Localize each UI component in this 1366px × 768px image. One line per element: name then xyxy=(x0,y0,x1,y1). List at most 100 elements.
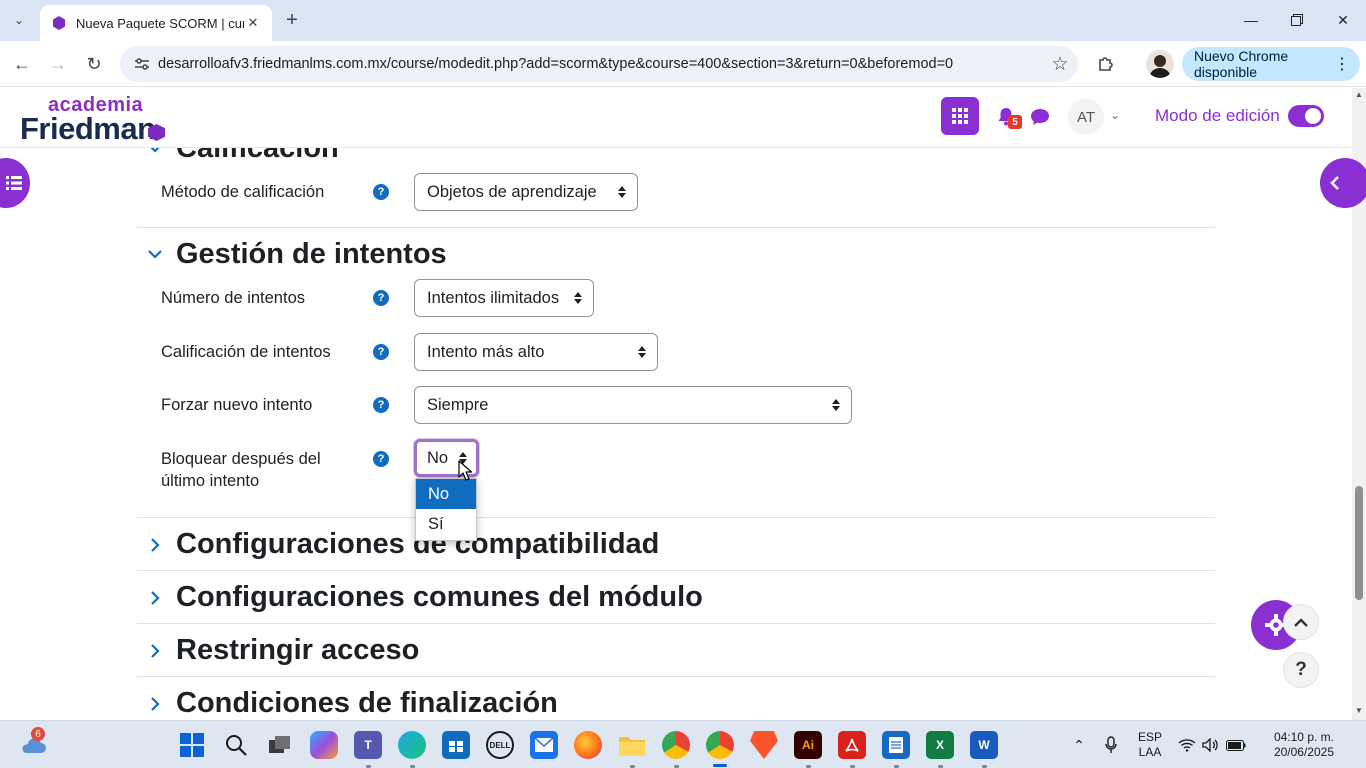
block-drawer-button[interactable] xyxy=(1320,158,1366,208)
excel-icon[interactable]: X xyxy=(926,731,954,759)
section-title: Configuraciones comunes del módulo xyxy=(176,581,703,613)
chevron-up-icon xyxy=(1294,617,1308,627)
user-avatar[interactable]: AT xyxy=(1068,99,1104,135)
update-chrome-button[interactable]: Nuevo Chrome disponible ⋮ xyxy=(1182,47,1360,81)
select-caret-icon xyxy=(574,292,582,304)
mail-icon[interactable] xyxy=(530,731,558,759)
label-bloquear-line2: último intento xyxy=(161,472,260,490)
section-title: Restringir acceso xyxy=(176,634,420,666)
forward-arrow-icon[interactable]: → xyxy=(44,50,72,78)
section-header-compatibilidad[interactable]: Configuraciones de compatibilidad xyxy=(137,528,659,561)
scroll-down-arrow-icon[interactable]: ▼ xyxy=(1352,706,1366,718)
store-icon[interactable] xyxy=(442,731,470,759)
reload-icon[interactable]: ↻ xyxy=(80,50,108,78)
acrobat-icon[interactable] xyxy=(838,731,866,759)
section-title: Gestión de intentos xyxy=(176,238,447,270)
volume-icon[interactable] xyxy=(1200,721,1222,768)
help-icon[interactable]: ? xyxy=(373,184,389,200)
dell-icon[interactable]: DELL xyxy=(486,731,514,759)
select-metodo-calificacion[interactable]: Objetos de aprendizaje xyxy=(414,173,638,211)
site-info-icon[interactable] xyxy=(130,52,154,76)
chevron-left-icon xyxy=(1330,176,1339,190)
back-to-top-button[interactable] xyxy=(1283,604,1319,640)
browser-tab[interactable]: Nueva Paquete SCORM | curso2 ✕ xyxy=(40,5,272,41)
microphone-icon[interactable] xyxy=(1100,721,1122,768)
section-title: Condiciones de finalización xyxy=(176,687,558,719)
back-arrow-icon[interactable]: ← xyxy=(8,50,36,78)
help-icon[interactable]: ? xyxy=(373,344,389,360)
extensions-puzzle-icon[interactable] xyxy=(1092,50,1120,78)
address-bar[interactable]: desarrolloafv3.friedmanlms.com.mx/course… xyxy=(120,46,1078,82)
copilot-icon[interactable] xyxy=(310,731,338,759)
scroll-up-arrow-icon[interactable]: ▲ xyxy=(1352,90,1366,102)
teams-icon[interactable]: T xyxy=(354,731,382,759)
window-close-icon[interactable]: ✕ xyxy=(1320,0,1366,40)
minimize-icon[interactable]: — xyxy=(1228,0,1274,40)
section-header-condiciones-finalizacion[interactable]: Condiciones de finalización xyxy=(137,687,558,720)
browser-toolbar: ← → ↻ desarrolloafv3.friedmanlms.com.mx/… xyxy=(0,41,1366,87)
restore-icon[interactable] xyxy=(1274,0,1320,40)
page-help-button[interactable]: ? xyxy=(1283,652,1319,688)
section-header-gestion-intentos[interactable]: Gestión de intentos xyxy=(137,238,447,271)
weather-badge: 6 xyxy=(31,727,45,741)
bookmark-star-icon[interactable]: ☆ xyxy=(1042,49,1078,79)
user-menu-chevron-icon[interactable]: ⌄ xyxy=(1110,108,1120,122)
help-icon[interactable]: ? xyxy=(373,290,389,306)
help-icon[interactable]: ? xyxy=(373,451,389,467)
main-content: Calificación Método de calificación ? Ob… xyxy=(0,88,1352,720)
windows-taskbar: 6 T DELL Ai X W ⌃ ESP LAA 04:10 p. m. 20… xyxy=(0,720,1366,768)
select-calificacion-intentos[interactable]: Intento más alto xyxy=(414,333,658,371)
section-header-comunes-modulo[interactable]: Configuraciones comunes del módulo xyxy=(137,581,703,614)
system-clock[interactable]: 04:10 p. m. 20/06/2025 xyxy=(1254,730,1334,760)
messages-chat-icon[interactable] xyxy=(1030,108,1050,126)
word-icon[interactable]: W xyxy=(970,731,998,759)
firefox-icon[interactable] xyxy=(574,731,602,759)
chevron-down-icon xyxy=(137,240,173,270)
file-explorer-icon[interactable] xyxy=(618,731,646,759)
notepad-icon[interactable] xyxy=(882,731,910,759)
section-divider xyxy=(137,227,1215,228)
select-numero-intentos[interactable]: Intentos ilimitados xyxy=(414,279,594,317)
wifi-icon[interactable] xyxy=(1176,721,1198,768)
tab-close-icon[interactable]: ✕ xyxy=(244,14,262,32)
chevron-right-icon xyxy=(137,530,173,560)
chevron-right-icon xyxy=(137,636,173,666)
more-vert-icon[interactable]: ⋮ xyxy=(1334,54,1350,74)
label-forzar-nuevo-intento: Forzar nuevo intento xyxy=(161,396,313,414)
browser-tab-bar: ⌄ Nueva Paquete SCORM | curso2 ✕ + — ✕ xyxy=(0,0,1366,41)
site-logo[interactable]: academia Friedman xyxy=(20,94,170,146)
search-icon[interactable] xyxy=(222,731,250,759)
chrome-icon[interactable] xyxy=(662,731,690,759)
select-forzar-nuevo-intento[interactable]: Siempre xyxy=(414,386,852,424)
brave-icon[interactable] xyxy=(750,731,778,759)
chrome-profile-icon[interactable] xyxy=(706,731,734,759)
section-header-restringir-acceso[interactable]: Restringir acceso xyxy=(137,634,419,667)
clock-time: 04:10 p. m. xyxy=(1273,730,1334,744)
keyboard-layout: LAA xyxy=(1138,745,1162,759)
battery-icon[interactable] xyxy=(1224,721,1248,768)
select-value: Intentos ilimitados xyxy=(427,288,560,307)
edit-mode-toggle[interactable] xyxy=(1288,105,1324,127)
illustrator-icon[interactable]: Ai xyxy=(794,731,822,759)
profile-avatar-icon[interactable] xyxy=(1146,50,1174,78)
label-metodo-calificacion: Método de calificación xyxy=(161,183,325,201)
input-language-indicator[interactable]: ESP LAA xyxy=(1134,730,1166,760)
bloquear-options-dropdown: No Sí xyxy=(415,478,477,541)
label-bloquear-line1: Bloquear después del xyxy=(161,450,321,468)
tab-search-chevron-icon[interactable]: ⌄ xyxy=(6,8,32,32)
section-divider xyxy=(137,676,1215,677)
windows-start-icon[interactable] xyxy=(178,731,206,759)
dropdown-option-si[interactable]: Sí xyxy=(416,509,476,539)
edge-icon[interactable] xyxy=(398,731,426,759)
scroll-thumb[interactable] xyxy=(1355,486,1363,600)
help-icon[interactable]: ? xyxy=(373,397,389,413)
dropdown-option-no[interactable]: No xyxy=(416,479,476,509)
apps-grid-button[interactable] xyxy=(941,97,979,135)
section-divider xyxy=(137,517,1215,518)
select-caret-icon xyxy=(638,346,646,358)
label-calificacion-intentos: Calificación de intentos xyxy=(161,343,331,361)
section-divider xyxy=(137,623,1215,624)
new-tab-plus-icon[interactable]: + xyxy=(281,9,303,31)
task-view-icon[interactable] xyxy=(266,731,294,759)
tray-overflow-chevron-icon[interactable]: ⌃ xyxy=(1068,721,1090,768)
